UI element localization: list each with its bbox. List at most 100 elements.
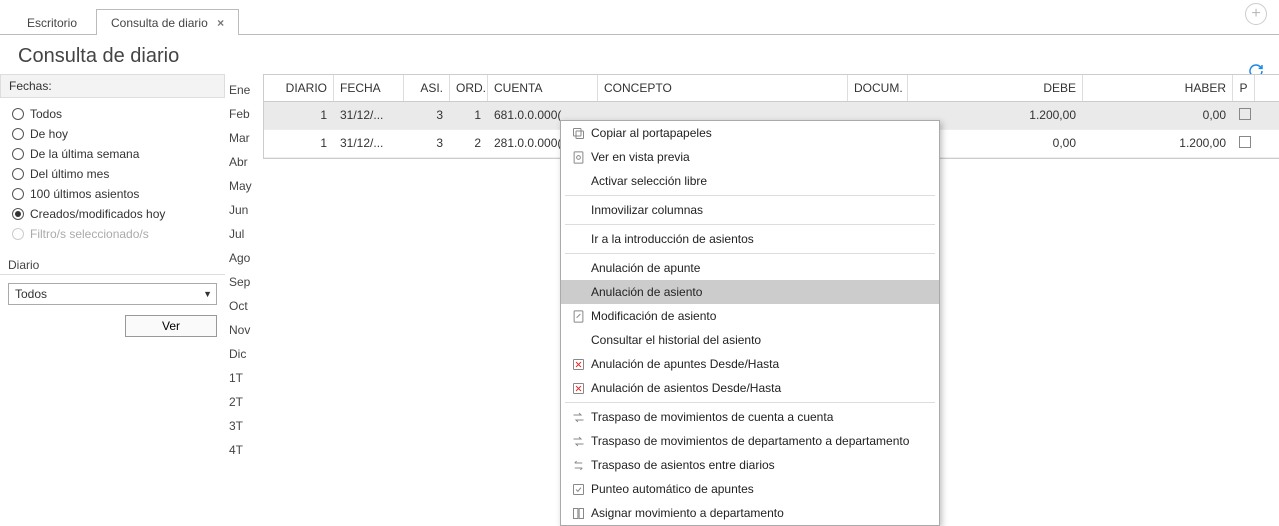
month-filter[interactable]: Dic — [225, 342, 263, 366]
month-filter[interactable]: Ago — [225, 246, 263, 270]
month-filter[interactable]: 3T — [225, 414, 263, 438]
month-filter[interactable]: 2T — [225, 390, 263, 414]
checkbox-icon — [1239, 108, 1251, 120]
close-icon[interactable]: × — [217, 16, 224, 30]
tab-bar: Escritorio Consulta de diario × — [0, 0, 1279, 35]
menu-item-label: Consultar el historial del asiento — [591, 333, 929, 347]
diario-combo[interactable]: Todos ▼ — [8, 283, 217, 305]
month-filter[interactable]: Jul — [225, 222, 263, 246]
radio-icon — [12, 228, 24, 240]
menu-separator — [565, 402, 935, 403]
cell: 31/12/... — [334, 102, 404, 129]
month-filter[interactable]: Jun — [225, 198, 263, 222]
month-filter[interactable]: May — [225, 174, 263, 198]
ver-button[interactable]: Ver — [125, 315, 217, 337]
col-debe[interactable]: DEBE — [908, 75, 1083, 101]
col-ord[interactable]: ORD. — [450, 75, 488, 101]
check-icon — [565, 482, 591, 497]
cell: 31/12/... — [334, 130, 404, 157]
context-menu-item[interactable]: Asignar movimiento a departamento — [561, 501, 939, 525]
menu-item-label: Modificación de asiento — [591, 309, 929, 323]
context-menu-item[interactable]: Consultar el historial del asiento — [561, 328, 939, 352]
context-menu-item[interactable]: Inmovilizar columnas — [561, 198, 939, 222]
context-menu-item[interactable]: Anulación de apuntes Desde/Hasta — [561, 352, 939, 376]
col-asi[interactable]: ASI. — [404, 75, 450, 101]
radio-icon — [12, 208, 24, 220]
cell: 3 — [404, 130, 450, 157]
month-filter[interactable]: Ene — [225, 78, 263, 102]
delete-range-icon — [565, 357, 591, 372]
month-filter[interactable]: Nov — [225, 318, 263, 342]
context-menu-item[interactable]: Ver en vista previa — [561, 145, 939, 169]
context-menu-item[interactable]: Anulación de asientos Desde/Hasta — [561, 376, 939, 400]
tab-escritorio[interactable]: Escritorio — [12, 9, 92, 35]
cell-checkbox[interactable] — [1233, 130, 1255, 157]
col-fecha[interactable]: FECHA — [334, 75, 404, 101]
col-haber[interactable]: HABER — [1083, 75, 1233, 101]
menu-item-label: Anulación de asientos Desde/Hasta — [591, 381, 929, 395]
fechas-option[interactable]: 100 últimos asientos — [12, 184, 217, 204]
menu-item-label: Copiar al portapapeles — [591, 126, 929, 140]
context-menu-item[interactable]: Ir a la introducción de asientos — [561, 227, 939, 251]
radio-label: Creados/modificados hoy — [30, 207, 165, 221]
context-menu-item[interactable]: Activar selección libre — [561, 169, 939, 193]
context-menu-item[interactable]: Anulación de asiento — [561, 280, 939, 304]
tab-consulta-diario[interactable]: Consulta de diario × — [96, 9, 239, 35]
col-p[interactable]: P — [1233, 75, 1255, 101]
tab-label: Escritorio — [27, 16, 77, 30]
checkbox-icon — [1239, 136, 1251, 148]
menu-separator — [565, 224, 935, 225]
context-menu-item[interactable]: Traspaso de movimientos de cuenta a cuen… — [561, 405, 939, 429]
tab-label: Consulta de diario — [111, 16, 208, 30]
radio-label: De hoy — [30, 127, 68, 141]
fechas-option[interactable]: Del último mes — [12, 164, 217, 184]
add-button[interactable]: + — [1245, 3, 1267, 25]
fechas-option[interactable]: Creados/modificados hoy — [12, 204, 217, 224]
col-concepto[interactable]: CONCEPTO — [598, 75, 848, 101]
context-menu-item[interactable]: Traspaso de asientos entre diarios — [561, 453, 939, 477]
month-filter[interactable]: Oct — [225, 294, 263, 318]
cell: 3 — [404, 102, 450, 129]
month-list: EneFebMarAbrMayJunJulAgoSepOctNovDic1T2T… — [225, 74, 263, 462]
col-cuenta[interactable]: CUENTA — [488, 75, 598, 101]
transfer-icon — [565, 410, 591, 425]
month-filter[interactable]: Abr — [225, 150, 263, 174]
cell-checkbox[interactable] — [1233, 102, 1255, 129]
cell: 0,00 — [1083, 102, 1233, 129]
menu-item-label: Asignar movimiento a departamento — [591, 506, 929, 520]
grid-header: DIARIO FECHA ASI. ORD. CUENTA CONCEPTO D… — [264, 75, 1279, 102]
menu-item-label: Anulación de apunte — [591, 261, 929, 275]
month-filter[interactable]: Mar — [225, 126, 263, 150]
col-docum[interactable]: DOCUM. — [848, 75, 908, 101]
month-filter[interactable]: 1T — [225, 366, 263, 390]
menu-item-label: Traspaso de movimientos de cuenta a cuen… — [591, 410, 929, 424]
swap-icon — [565, 458, 591, 473]
context-menu-item[interactable]: Traspaso de movimientos de departamento … — [561, 429, 939, 453]
fechas-option[interactable]: Todos — [12, 104, 217, 124]
cell: 2 — [450, 130, 488, 157]
month-filter[interactable]: Sep — [225, 270, 263, 294]
month-filter[interactable]: 4T — [225, 438, 263, 462]
context-menu-item[interactable]: Modificación de asiento — [561, 304, 939, 328]
edit-icon — [565, 309, 591, 324]
diario-selected: Todos — [15, 287, 47, 301]
context-menu-item[interactable]: Copiar al portapapeles — [561, 121, 939, 145]
menu-item-label: Ir a la introducción de asientos — [591, 232, 929, 246]
fechas-option[interactable]: De hoy — [12, 124, 217, 144]
chevron-down-icon: ▼ — [203, 289, 212, 299]
menu-item-label: Traspaso de asientos entre diarios — [591, 458, 929, 472]
radio-icon — [12, 188, 24, 200]
context-menu-item[interactable]: Anulación de apunte — [561, 256, 939, 280]
fechas-option[interactable]: De la última semana — [12, 144, 217, 164]
col-diario[interactable]: DIARIO — [264, 75, 334, 101]
menu-separator — [565, 195, 935, 196]
month-filter[interactable]: Feb — [225, 102, 263, 126]
transfer-icon — [565, 434, 591, 449]
menu-separator — [565, 253, 935, 254]
context-menu-item[interactable]: Punteo automático de apuntes — [561, 477, 939, 501]
radio-label: Todos — [30, 107, 62, 121]
fechas-heading: Fechas: — [0, 74, 225, 98]
radio-label: Filtro/s seleccionado/s — [30, 227, 149, 241]
cell: 1.200,00 — [1083, 130, 1233, 157]
radio-label: De la última semana — [30, 147, 139, 161]
